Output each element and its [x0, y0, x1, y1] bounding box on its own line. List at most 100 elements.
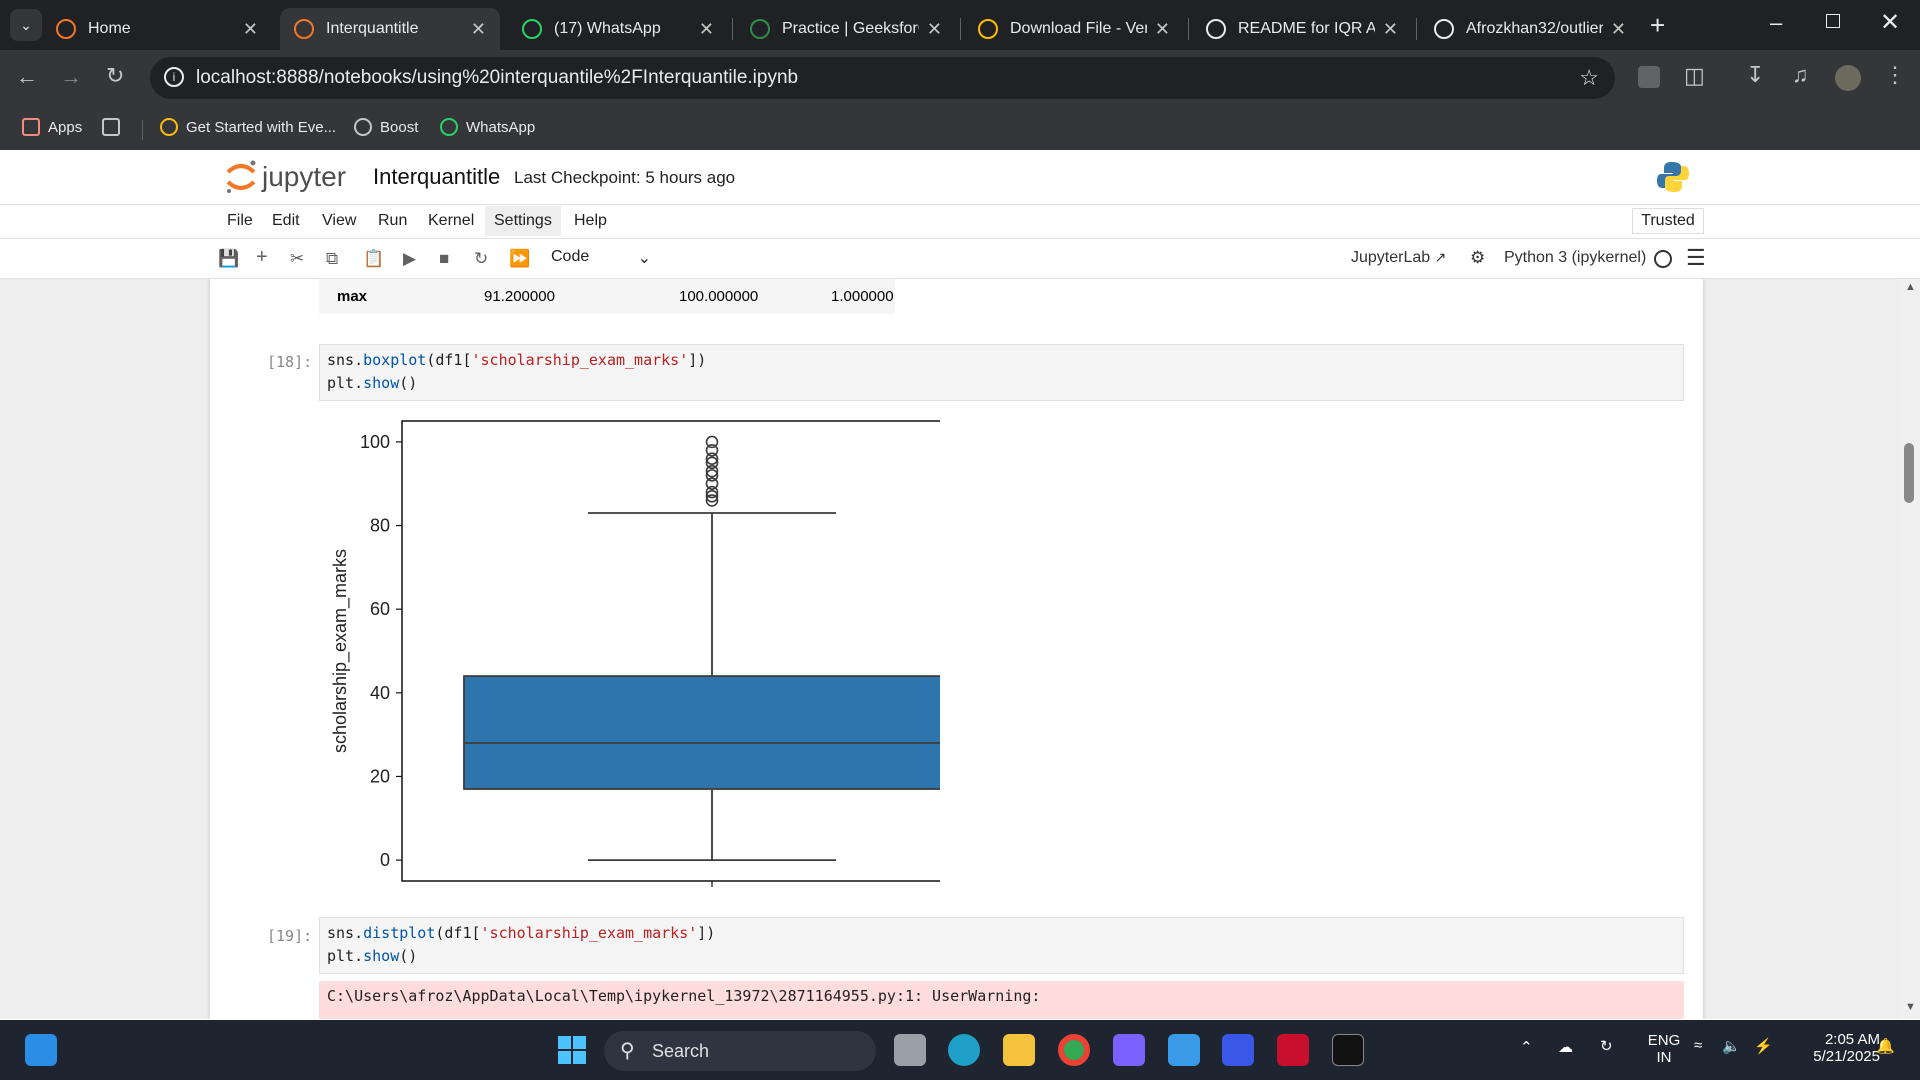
- close-icon[interactable]: ✕: [471, 19, 486, 40]
- tab-search-button[interactable]: ⌄: [10, 9, 42, 41]
- kernel-name[interactable]: Python 3 (ipykernel): [1504, 249, 1646, 267]
- onedrive-icon[interactable]: ☁: [1558, 1038, 1573, 1056]
- menu-run[interactable]: Run: [378, 212, 407, 230]
- menu-lines-icon[interactable]: ☰: [1686, 245, 1706, 271]
- menu-kernel[interactable]: Kernel: [428, 212, 474, 230]
- whatsapp-icon: [522, 19, 542, 39]
- geeksforgeeks-icon: [750, 19, 770, 39]
- paste-icon[interactable]: 📋: [363, 249, 384, 269]
- browser-tab[interactable]: Afrozkhan32/outlier ✕: [1420, 8, 1640, 50]
- close-icon[interactable]: ✕: [927, 19, 942, 40]
- chrome-icon[interactable]: [1058, 1034, 1090, 1066]
- back-icon[interactable]: ←: [16, 64, 38, 90]
- jupyter-logo[interactable]: jupyter: [224, 158, 346, 196]
- bookmark-item[interactable]: WhatsApp: [440, 118, 535, 136]
- close-icon[interactable]: ✕: [243, 19, 258, 40]
- bookmark-item[interactable]: Boost: [354, 118, 418, 136]
- address-bar[interactable]: i localhost:8888/notebooks/using%20inter…: [150, 57, 1615, 99]
- close-window-button[interactable]: ✕: [1880, 8, 1900, 37]
- show-hidden-icons[interactable]: ⌃: [1520, 1038, 1533, 1056]
- store-icon[interactable]: [1168, 1034, 1200, 1066]
- menu-help[interactable]: Help: [574, 212, 607, 230]
- region-code: IN: [1656, 1049, 1672, 1066]
- debugger-icon[interactable]: ⚙: [1470, 248, 1485, 268]
- battery-icon[interactable]: ⚡: [1754, 1037, 1773, 1055]
- terminal-icon[interactable]: [1332, 1034, 1364, 1066]
- wifi-icon[interactable]: ≈: [1694, 1037, 1702, 1054]
- code-cell-19[interactable]: sns.distplot(df1['scholarship_exam_marks…: [319, 917, 1684, 974]
- widgets-icon[interactable]: [25, 1034, 57, 1066]
- downloads-icon[interactable]: ↧: [1746, 62, 1764, 88]
- close-icon[interactable]: ✕: [1155, 19, 1170, 40]
- tab-separator: [1416, 18, 1417, 40]
- vscode-like-icon[interactable]: [1222, 1034, 1254, 1066]
- scroll-down-icon[interactable]: ▼: [1905, 1001, 1916, 1013]
- site-info-icon[interactable]: i: [164, 67, 184, 87]
- menu-file[interactable]: File: [227, 212, 253, 230]
- bookmark-item[interactable]: [102, 118, 128, 136]
- more-menu-icon[interactable]: ⋮: [1884, 62, 1906, 88]
- taskbar-search[interactable]: ⚲ Search: [604, 1031, 876, 1071]
- media-control-icon[interactable]: ♫: [1792, 62, 1809, 88]
- browser-tab[interactable]: Interquantitle ✕: [280, 8, 500, 50]
- chevron-down-icon: ⌄: [20, 17, 32, 33]
- close-icon[interactable]: ✕: [1611, 19, 1626, 40]
- close-icon[interactable]: ✕: [1383, 19, 1398, 40]
- run-all-icon[interactable]: ⏩: [509, 249, 530, 269]
- mcafee-icon[interactable]: [1277, 1034, 1309, 1066]
- bookmark-item[interactable]: Get Started with Eve...: [160, 118, 336, 136]
- bookmark-label: Boost: [380, 118, 419, 136]
- stop-icon[interactable]: ■: [439, 249, 449, 269]
- menu-view[interactable]: View: [322, 212, 356, 230]
- menu-settings[interactable]: Settings: [485, 206, 561, 236]
- restore-button[interactable]: [1826, 14, 1840, 28]
- insert-cell-icon[interactable]: +: [256, 246, 268, 269]
- sync-icon[interactable]: ↻: [1600, 1037, 1613, 1055]
- clock[interactable]: 2:05 AM 5/21/2025: [1790, 1031, 1880, 1065]
- copilot-icon[interactable]: [1113, 1034, 1145, 1066]
- y-tick-label: 60: [370, 599, 390, 619]
- reload-icon[interactable]: ↻: [106, 63, 124, 89]
- scrollbar[interactable]: ▲ ▼: [1900, 279, 1920, 1019]
- code-token: (df1[: [435, 924, 481, 942]
- scrollbar-thumb[interactable]: [1904, 443, 1914, 503]
- menu-edit[interactable]: Edit: [272, 212, 300, 230]
- file-explorer-icon[interactable]: [1003, 1034, 1035, 1066]
- volume-icon[interactable]: 🔈: [1722, 1037, 1741, 1055]
- browser-tab[interactable]: Download File - Verti ✕: [964, 8, 1184, 50]
- close-icon[interactable]: ✕: [699, 19, 714, 40]
- copy-icon[interactable]: ⧉: [326, 249, 338, 269]
- windows-start-icon[interactable]: [558, 1036, 586, 1064]
- scroll-up-icon[interactable]: ▲: [1905, 281, 1916, 293]
- jupyter-icon: [56, 19, 76, 39]
- browser-tab[interactable]: (17) WhatsApp ✕: [508, 8, 728, 50]
- jupyter-logo-text: jupyter: [262, 161, 347, 192]
- puzzle-icon[interactable]: ◫: [1684, 63, 1705, 89]
- iqr-box: [463, 675, 940, 790]
- cut-icon[interactable]: ✂: [290, 249, 304, 269]
- bookmark-item[interactable]: Apps: [22, 118, 82, 136]
- profile-avatar[interactable]: [1835, 65, 1861, 91]
- notebook-panel: max 91.200000 100.000000 1.000000 [18]: …: [210, 279, 1703, 1019]
- save-icon[interactable]: 💾: [218, 249, 239, 269]
- browser-tab[interactable]: Home ✕: [42, 8, 272, 50]
- bookmark-star-icon[interactable]: ☆: [1579, 65, 1599, 91]
- notebook-title[interactable]: Interquantitle: [373, 164, 500, 190]
- task-view-icon[interactable]: [894, 1034, 926, 1066]
- restart-icon[interactable]: ↻: [474, 249, 488, 269]
- forward-icon[interactable]: →: [60, 64, 82, 90]
- notebook-area: max 91.200000 100.000000 1.000000 [18]: …: [0, 279, 1920, 1019]
- code-cell-18[interactable]: sns.boxplot(df1['scholarship_exam_marks'…: [319, 344, 1684, 401]
- new-tab-button[interactable]: +: [1650, 10, 1665, 41]
- browser-tab[interactable]: README for IQR Ana ✕: [1192, 8, 1412, 50]
- run-icon[interactable]: ▶: [403, 249, 416, 269]
- trusted-indicator[interactable]: Trusted: [1632, 208, 1704, 234]
- notification-bell-icon[interactable]: 🔔: [1876, 1037, 1895, 1055]
- jupyterlab-link[interactable]: JupyterLab ↗: [1351, 249, 1446, 267]
- cell-type-select[interactable]: Code ⌄: [551, 248, 657, 267]
- language-indicator[interactable]: ENG IN: [1644, 1032, 1684, 1066]
- browser-tab[interactable]: Practice | GeeksforGe ✕: [736, 8, 956, 50]
- edge-icon[interactable]: [948, 1034, 980, 1066]
- extension-icon[interactable]: [1638, 66, 1660, 88]
- minimize-button[interactable]: –: [1770, 10, 1782, 36]
